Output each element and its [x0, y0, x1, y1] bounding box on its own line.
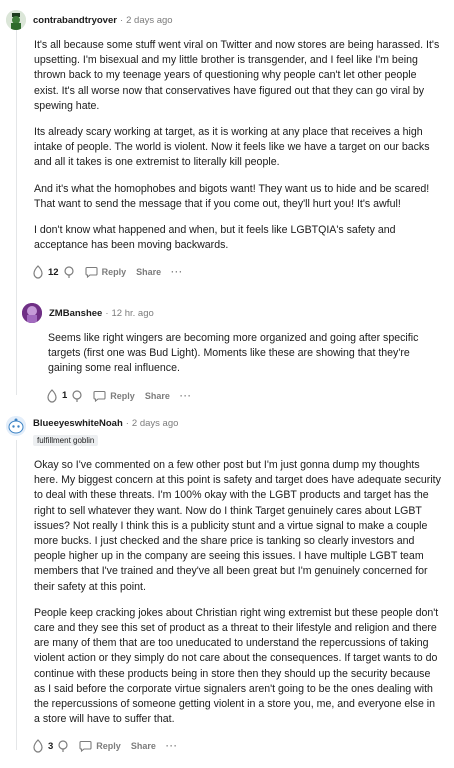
comment-time[interactable]: 2 days ago — [132, 418, 178, 429]
downvote-icon[interactable] — [63, 265, 75, 279]
comment-time[interactable]: 2 days ago — [126, 15, 172, 26]
comment-body: Seems like right wingers are becoming mo… — [0, 331, 454, 377]
comment-author[interactable]: contrabandtryover — [33, 15, 117, 26]
reply-button[interactable]: Reply — [93, 390, 135, 402]
avatar[interactable] — [6, 416, 26, 436]
separator-dot: · — [125, 417, 129, 429]
comment-paragraph: People keep cracking jokes about Christi… — [34, 606, 439, 726]
avatar[interactable] — [6, 10, 26, 30]
comment-bubble-icon — [79, 741, 92, 753]
reply-button[interactable]: Reply — [85, 266, 127, 279]
comment-actions: 1 Reply Share ··· — [0, 386, 454, 406]
vote-score: 1 — [62, 390, 68, 402]
vote-score: 12 — [48, 266, 59, 278]
comment-bubble-icon — [93, 390, 106, 402]
upvote-icon[interactable] — [32, 739, 44, 754]
comment-actions: 3 Reply Share ··· — [0, 736, 454, 756]
comment: ZMBanshee · 12 hr. ago Seems like right … — [0, 301, 454, 406]
more-options-button[interactable]: ··· — [180, 391, 192, 401]
more-options-button[interactable]: ··· — [166, 741, 178, 751]
avatar[interactable] — [22, 303, 42, 323]
comment-paragraph: I don't know what happened and when, but… — [34, 224, 396, 252]
comment-paragraph: And it's what the homophobes and bigots … — [34, 182, 430, 210]
separator-dot: · — [105, 307, 109, 319]
comment-body: Okay so I've commented on a few other po… — [0, 458, 454, 727]
reply-label: Reply — [110, 390, 135, 401]
user-flair: fulfillment goblin — [33, 435, 99, 446]
upvote-icon[interactable] — [32, 265, 44, 280]
comment-paragraph: It's all because some stuff went viral o… — [34, 39, 440, 112]
upvote-icon[interactable] — [46, 388, 58, 403]
more-options-button[interactable]: ··· — [171, 267, 183, 277]
comment: BlueeyeswhiteNoah · 2 days ago fulfillme… — [0, 416, 454, 756]
reply-label: Reply — [101, 267, 127, 278]
comment-paragraph: Seems like right wingers are becoming mo… — [48, 332, 419, 375]
share-button[interactable]: Share — [145, 391, 170, 401]
comment-time[interactable]: 12 hr. ago — [112, 308, 154, 319]
comment-body: It's all because some stuff went viral o… — [0, 38, 454, 253]
comment-bubble-icon — [85, 267, 98, 279]
comment-author[interactable]: ZMBanshee — [49, 308, 102, 319]
vote-score: 3 — [48, 740, 54, 752]
reply-label: Reply — [96, 741, 121, 752]
comment-paragraph: Its already scary working at target, as … — [34, 126, 430, 169]
share-button[interactable]: Share — [136, 267, 161, 277]
comment-author[interactable]: BlueeyeswhiteNoah — [33, 418, 123, 429]
downvote-icon[interactable] — [57, 739, 69, 753]
separator-dot: · — [119, 14, 124, 26]
downvote-icon[interactable] — [71, 389, 83, 403]
comment: contrabandtryover · 2 days ago It's all … — [0, 8, 454, 282]
comment-actions: 12 Reply Share ··· — [0, 262, 454, 282]
reply-button[interactable]: Reply — [79, 740, 121, 753]
share-button[interactable]: Share — [131, 741, 156, 751]
comment-paragraph: Okay so I've commented on a few other po… — [34, 459, 441, 593]
